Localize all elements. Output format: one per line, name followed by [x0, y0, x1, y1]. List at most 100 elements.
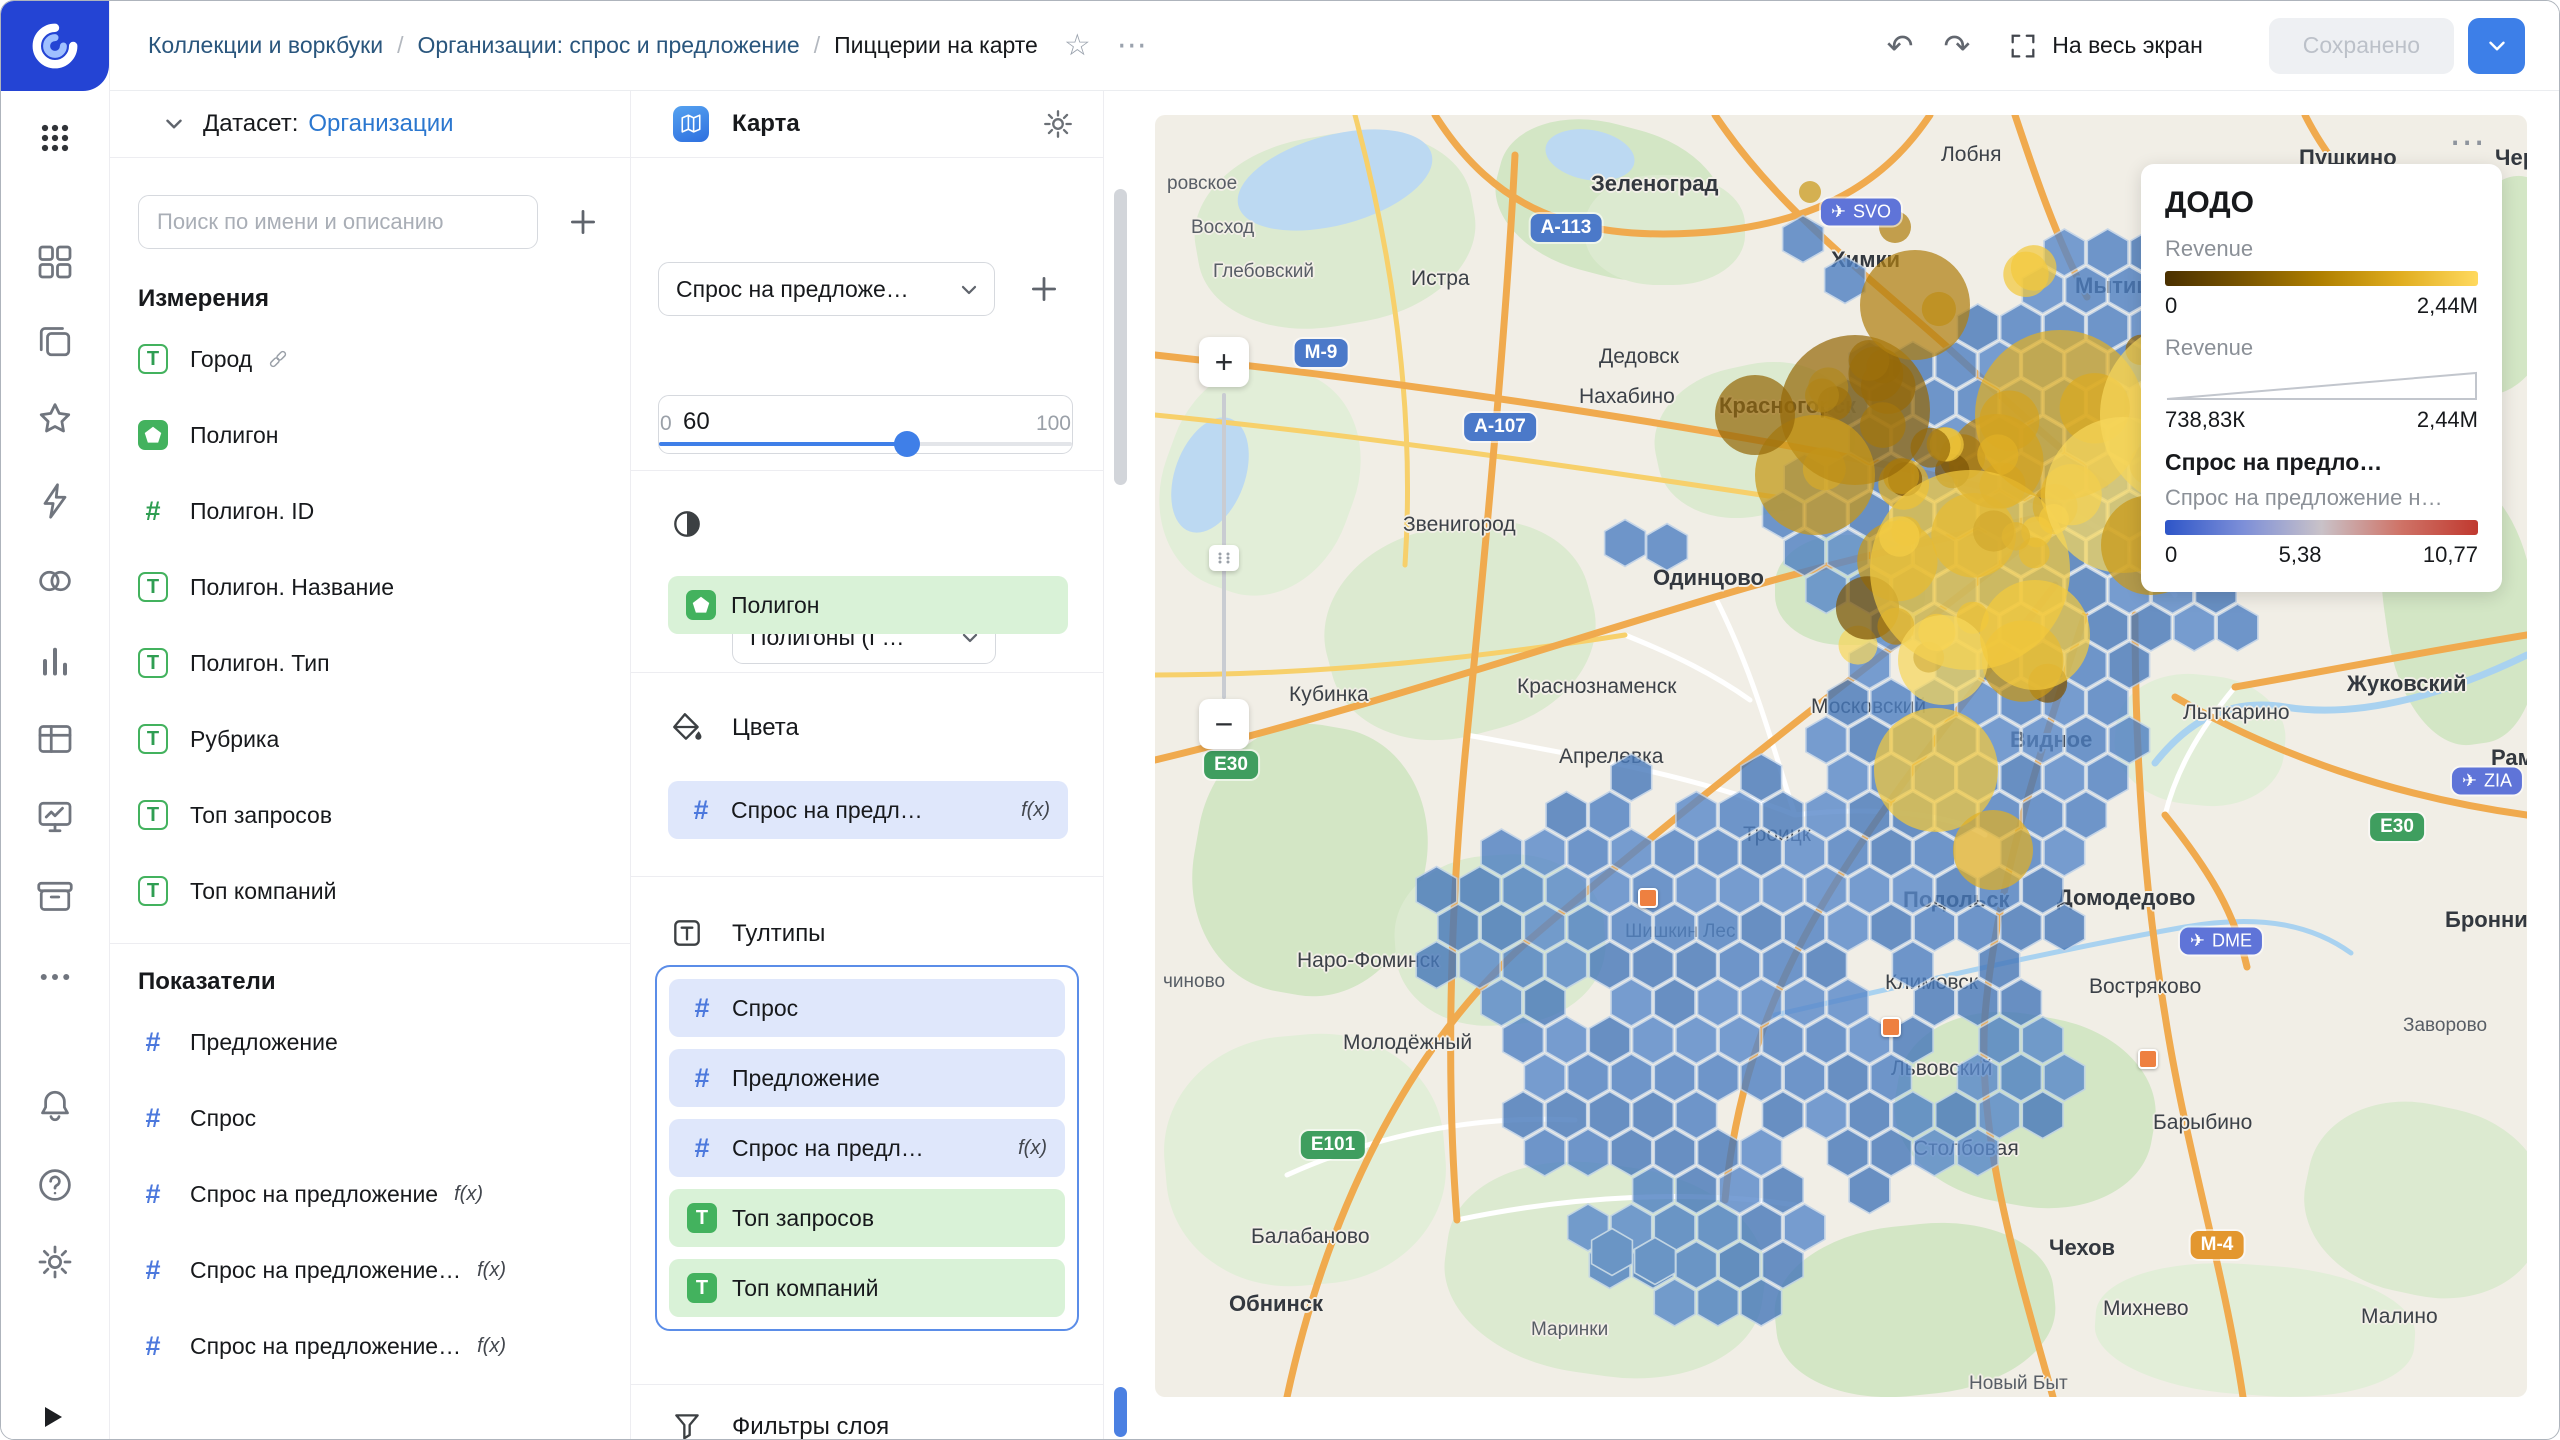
- dimension-field-row[interactable]: TПолигон. Тип: [109, 625, 630, 701]
- dimension-field-row[interactable]: TГород: [109, 321, 630, 397]
- collapse-panel-icon[interactable]: [45, 1407, 62, 1427]
- storage-icon[interactable]: [35, 877, 75, 917]
- more-menu-icon[interactable]: ⋯: [1117, 28, 1147, 63]
- saved-button[interactable]: Сохранено: [2269, 18, 2454, 74]
- measure-field-row[interactable]: #Предложение: [109, 1004, 630, 1080]
- dataset-name-link[interactable]: Организации: [308, 110, 453, 138]
- breadcrumb-current: Пиццерии на карте: [834, 32, 1038, 59]
- tooltips-dropzone[interactable]: #Спрос#Предложение#Спрос на предл…f(x)TТ…: [655, 965, 1079, 1331]
- chart-config-panel: Карта Спрос на предложе… 60 0: [631, 91, 1104, 1439]
- revenue-max: 2,44M: [2417, 293, 2478, 319]
- zoom-control: + −: [1199, 337, 1255, 757]
- breadcrumb-workbook[interactable]: Организации: спрос и предложение: [417, 32, 799, 59]
- widgets-icon[interactable]: [35, 242, 75, 282]
- tables-icon[interactable]: [35, 719, 75, 759]
- notifications-icon[interactable]: [35, 1086, 75, 1126]
- left-rail: [1, 1, 110, 1439]
- filters-title: Фильтры слоя: [732, 1413, 889, 1439]
- functions-icon[interactable]: [35, 481, 75, 521]
- divider: [631, 672, 1103, 673]
- relations-icon[interactable]: [35, 561, 75, 601]
- add-layer-icon[interactable]: [1027, 272, 1061, 306]
- map-chart-icon: [673, 106, 709, 142]
- type-string-icon: T: [138, 724, 168, 754]
- field-label: Полигон: [190, 422, 278, 449]
- size-max: 2,44М: [2417, 407, 2478, 433]
- dimension-field-row[interactable]: TТоп компаний: [109, 853, 630, 929]
- size-min: 738,83К: [2165, 407, 2245, 433]
- field-chip[interactable]: #Спрос на предл…f(x): [668, 781, 1068, 839]
- type-number-icon: #: [138, 1103, 168, 1133]
- airport-badge: ✈SVO: [1821, 199, 1901, 226]
- apps-menu-icon[interactable]: [35, 118, 75, 158]
- airport-badge: ✈ZIA: [2452, 768, 2522, 795]
- zoom-handle[interactable]: [1209, 545, 1239, 571]
- field-label: Город: [190, 346, 252, 373]
- slider-track[interactable]: [659, 442, 1072, 446]
- help-icon[interactable]: [35, 1165, 75, 1205]
- measure-field-row[interactable]: #Спрос на предложениеf(x): [109, 1156, 630, 1232]
- gear-icon[interactable]: [1041, 107, 1075, 141]
- road-badge: E30: [2370, 813, 2424, 841]
- measure-field-row[interactable]: #Спрос на предложение…f(x): [109, 1308, 630, 1384]
- field-label: Полигон. ID: [190, 498, 314, 525]
- measure-field-row[interactable]: #Спрос: [109, 1080, 630, 1156]
- dimension-field-row[interactable]: #Полигон. ID: [109, 473, 630, 549]
- tooltips-title: Тултипы: [732, 920, 825, 948]
- field-label: Топ запросов: [190, 802, 332, 829]
- airport-badge: ✈DME: [2180, 928, 2262, 955]
- chip-label: Топ запросов: [732, 1205, 874, 1232]
- more-icon[interactable]: [35, 957, 75, 997]
- chip-label: Спрос: [732, 995, 798, 1022]
- revenue-min: 0: [2165, 293, 2177, 319]
- save-dropdown-button[interactable]: [2468, 18, 2525, 74]
- fullscreen-button[interactable]: На весь экран: [2008, 31, 2203, 61]
- measures-title: Показатели: [138, 968, 630, 996]
- dimension-field-row[interactable]: TРубрика: [109, 701, 630, 777]
- field-chip[interactable]: TТоп компаний: [669, 1259, 1065, 1317]
- add-field-icon[interactable]: [566, 205, 600, 239]
- charts-icon[interactable]: [35, 641, 75, 681]
- formula-icon: f(x): [1018, 1137, 1047, 1160]
- plane-icon: ✈: [1831, 202, 1846, 222]
- chip-label: Спрос на предл…: [731, 797, 923, 824]
- settings-icon[interactable]: [35, 1242, 75, 1282]
- type-number-icon: #: [138, 1255, 168, 1285]
- scrollbar-thumb-bottom[interactable]: [1114, 1387, 1127, 1437]
- dimension-field-row[interactable]: TТоп запросов: [109, 777, 630, 853]
- field-chip[interactable]: #Спрос на предл…f(x): [669, 1119, 1065, 1177]
- chevron-down-icon[interactable]: [161, 111, 187, 137]
- type-number-icon: #: [687, 1133, 717, 1163]
- field-chip[interactable]: Полигон: [668, 576, 1068, 634]
- datalens-logo[interactable]: [1, 1, 109, 91]
- zoom-in-button[interactable]: +: [1199, 337, 1249, 387]
- field-chip[interactable]: #Спрос: [669, 979, 1065, 1037]
- field-chip[interactable]: TТоп запросов: [669, 1189, 1065, 1247]
- field-label: Спрос на предложение…: [190, 1333, 461, 1360]
- divider: [109, 943, 630, 944]
- type-geopolygon-icon: [686, 590, 716, 620]
- favorite-star-icon[interactable]: ☆: [1064, 28, 1091, 63]
- scrollbar-thumb[interactable]: [1114, 189, 1127, 485]
- monitoring-icon[interactable]: [35, 797, 75, 837]
- map-more-icon[interactable]: ⋯: [2449, 121, 2487, 163]
- tooltips-icon: [670, 916, 704, 950]
- plane-icon: ✈: [2462, 771, 2477, 791]
- search-input[interactable]: [138, 195, 538, 249]
- breadcrumb-separator: /: [814, 32, 820, 59]
- dimension-field-row[interactable]: Полигон: [109, 397, 630, 473]
- layer-select[interactable]: Спрос на предложе…: [658, 262, 995, 316]
- topbar: Коллекции и воркбуки / Организации: спро…: [1, 1, 2559, 91]
- favorites-icon[interactable]: [35, 399, 75, 439]
- zoom-out-button[interactable]: −: [1199, 699, 1249, 749]
- breadcrumb-collections[interactable]: Коллекции и воркбуки: [148, 32, 383, 59]
- field-label: Спрос на предложение: [190, 1181, 438, 1208]
- measure-field-row[interactable]: #Спрос на предложение…f(x): [109, 1232, 630, 1308]
- undo-icon[interactable]: ↶: [1887, 27, 1914, 65]
- redo-icon[interactable]: ↷: [1943, 27, 1970, 65]
- field-chip[interactable]: #Предложение: [669, 1049, 1065, 1107]
- workbooks-icon[interactable]: [35, 321, 75, 361]
- map-canvas[interactable]: ровскоеВосходГлебовскийИстраЗеленоградЛо…: [1155, 115, 2527, 1397]
- road-badge: А-113: [1531, 214, 1602, 242]
- dimension-field-row[interactable]: TПолигон. Название: [109, 549, 630, 625]
